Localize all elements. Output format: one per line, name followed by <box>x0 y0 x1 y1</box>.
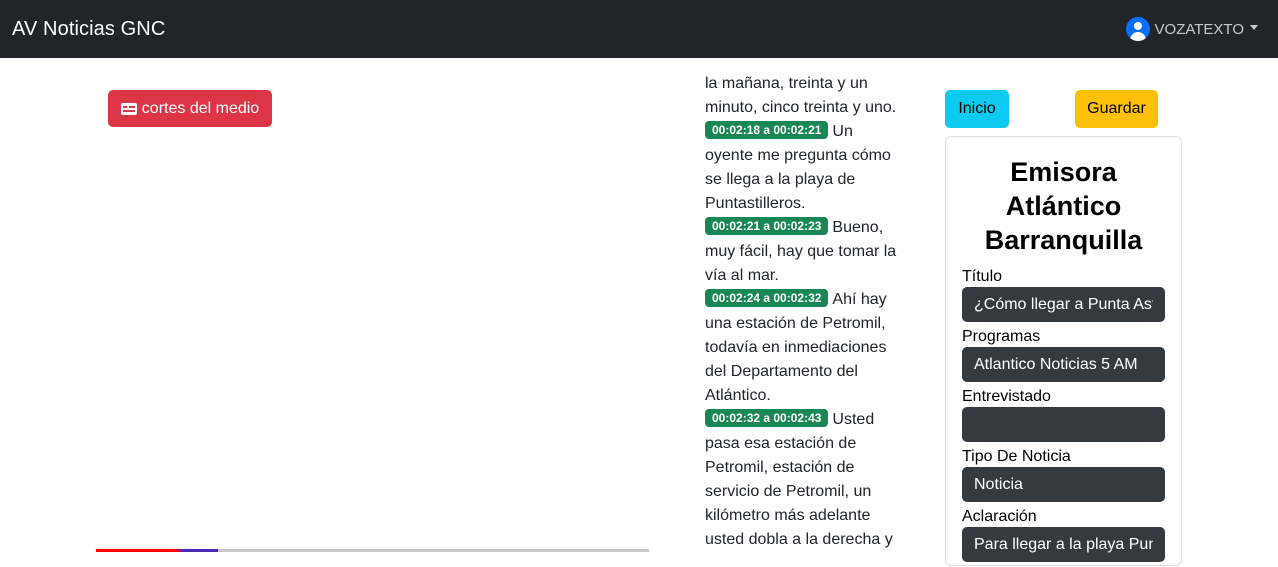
subtitles-icon <box>120 102 137 115</box>
inicio-button[interactable]: Inicio <box>945 90 1009 128</box>
timestamp-badge[interactable]: 00:02:24 a 00:02:32 <box>705 289 829 307</box>
aclaracion-label: Aclaración <box>962 508 1037 525</box>
entrevistado-input[interactable] <box>962 407 1165 442</box>
cortes-del-medio-button[interactable]: cortes del medio <box>108 90 272 127</box>
user-avatar-icon <box>1125 17 1150 41</box>
tipo-noticia-input[interactable] <box>962 467 1165 502</box>
programas-field-group: Programas <box>962 327 1165 387</box>
programas-input[interactable] <box>962 347 1165 382</box>
timestamp-badge[interactable]: 00:02:32 a 00:02:43 <box>705 409 829 427</box>
app-brand[interactable]: AV Noticias GNC <box>12 18 165 41</box>
transcript-segment: 00:02:21 a 00:02:23 Bueno, muy fácil, hay… <box>705 216 905 288</box>
titulo-input[interactable] <box>962 287 1165 322</box>
guardar-button[interactable]: Guardar <box>1075 90 1158 128</box>
tipo-noticia-label: Tipo De Noticia <box>962 448 1071 465</box>
entrevistado-label: Entrevistado <box>962 388 1051 405</box>
entrevistado-field-group: Entrevistado <box>962 387 1165 447</box>
cortes-label: cortes del medio <box>141 99 260 117</box>
user-name: VOZATEXTO <box>1154 20 1244 38</box>
segment-text: Ahí hay una estación de Petromil, todaví… <box>705 291 887 404</box>
transcript-segment: 00:02:32 a 00:02:43 Usted pasa esa estaci… <box>705 408 905 552</box>
transcript-lead-text: la mañana, treinta y un minuto, cinco tr… <box>705 75 897 116</box>
aclaracion-input[interactable] <box>962 527 1165 562</box>
caret-down-icon <box>1250 24 1258 30</box>
timestamp-badge[interactable]: 00:02:21 a 00:02:23 <box>705 217 829 235</box>
station-title: Emisora Atlántico Barranquilla <box>984 157 1143 255</box>
aclaracion-field-group: Aclaración <box>962 507 1165 567</box>
transcript-segment: 00:02:18 a 00:02:21 Un oyente me pregunta… <box>705 120 905 216</box>
programas-label: Programas <box>962 328 1041 345</box>
titulo-field-group: Título <box>962 267 1165 327</box>
timestamp-badge[interactable]: 00:02:18 a 00:02:21 <box>705 121 829 139</box>
user-menu-dropdown[interactable]: VOZATEXTO <box>1125 17 1258 41</box>
transcript-segment: 00:02:24 a 00:02:32 Ahí hay una estación … <box>705 288 905 408</box>
top-navbar: AV Noticias GNC VOZATEXTO <box>0 0 1278 58</box>
news-form-card: Emisora Atlántico Barranquilla Título Pr… <box>945 136 1182 566</box>
tipo-noticia-field-group: Tipo De Noticia <box>962 447 1165 507</box>
segment-text: Usted pasa esa estación de Petromil, est… <box>705 411 893 548</box>
titulo-label: Título <box>962 268 1003 285</box>
transcript-panel: la mañana, treinta y un minuto, cinco tr… <box>705 72 905 552</box>
